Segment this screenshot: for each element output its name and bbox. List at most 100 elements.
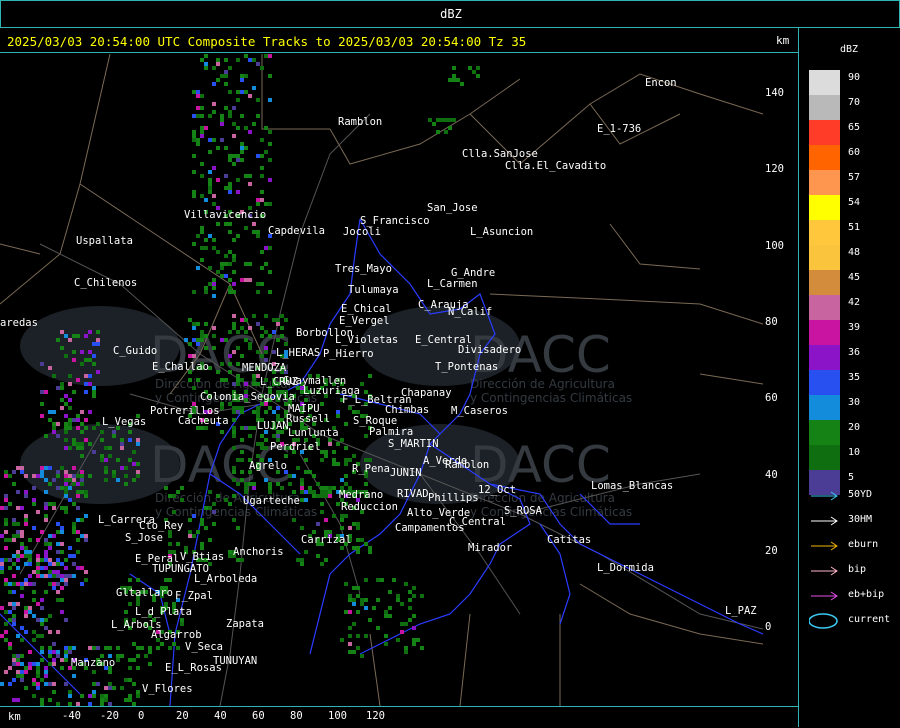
echo-cell xyxy=(268,246,272,250)
echo-cell xyxy=(352,622,356,626)
place-label: L_Arboleda xyxy=(194,573,257,585)
echo-cell xyxy=(412,642,416,646)
echo-cell xyxy=(192,534,196,538)
echo-cell xyxy=(80,442,84,446)
echo-cell xyxy=(20,674,24,678)
echo-cell xyxy=(264,330,268,334)
echo-cell xyxy=(12,678,16,682)
echo-cell xyxy=(204,238,208,242)
echo-cell xyxy=(128,438,132,442)
echo-cell xyxy=(44,618,48,622)
echo-cell xyxy=(56,582,60,586)
place-label: Ugarteche xyxy=(243,495,300,507)
echo-cell xyxy=(72,390,76,394)
echo-cell xyxy=(204,346,208,350)
echo-cell xyxy=(20,654,24,658)
legend-title: dBZ xyxy=(839,44,859,55)
radar-map[interactable]: DACC DACC DACC DACC Dirección de Agricul… xyxy=(0,54,763,706)
echo-cell xyxy=(64,618,68,622)
place-label: Lomas_Blancas xyxy=(591,480,673,492)
echo-cell xyxy=(228,222,232,226)
echo-cell xyxy=(44,490,48,494)
echo-cell xyxy=(224,58,228,62)
legend-swatch xyxy=(809,395,840,420)
echo-cell xyxy=(56,570,60,574)
place-label: L_Carmen xyxy=(427,278,478,290)
echo-cell xyxy=(44,390,48,394)
echo-cell xyxy=(64,682,68,686)
echo-cell xyxy=(136,694,140,698)
echo-cell xyxy=(72,530,76,534)
echo-cell xyxy=(32,474,36,478)
echo-cell xyxy=(92,386,96,390)
legend-track-current: current xyxy=(808,611,899,631)
echo-cell xyxy=(20,542,24,546)
echo-cell xyxy=(244,90,248,94)
echo-cell xyxy=(260,174,264,178)
echo-cell xyxy=(80,518,84,522)
echo-cell xyxy=(364,434,368,438)
place-label: L_HERAS xyxy=(276,347,320,359)
echo-cell xyxy=(200,58,204,62)
echo-cell xyxy=(184,338,188,342)
echo-cell xyxy=(8,590,12,594)
echo-cell xyxy=(104,686,108,690)
echo-cell xyxy=(52,430,56,434)
echo-cell xyxy=(24,554,28,558)
echo-cell xyxy=(44,478,48,482)
echo-cell xyxy=(192,338,196,342)
echo-cell xyxy=(216,370,220,374)
echo-cell xyxy=(52,502,56,506)
echo-cell xyxy=(236,378,240,382)
echo-cell xyxy=(332,450,336,454)
echo-cell xyxy=(200,114,204,118)
echo-cell xyxy=(20,554,24,558)
echo-cell xyxy=(52,374,56,378)
echo-cell xyxy=(404,650,408,654)
echo-cell xyxy=(248,434,252,438)
echo-cell xyxy=(100,438,104,442)
legend-track-label: current xyxy=(848,614,891,625)
echo-cell xyxy=(192,322,196,326)
echo-cell xyxy=(244,338,248,342)
echo-cell xyxy=(128,666,132,670)
echo-cell xyxy=(232,162,236,166)
echo-cell xyxy=(76,550,80,554)
y-tick-label: 20 xyxy=(765,544,778,557)
echo-cell xyxy=(232,446,236,450)
echo-cell xyxy=(12,606,16,610)
echo-cell xyxy=(264,262,268,266)
echo-cell xyxy=(88,694,92,698)
echo-cell xyxy=(328,494,332,498)
legend-level-label: 90 xyxy=(848,72,861,83)
echo-cell xyxy=(40,634,44,638)
echo-cell xyxy=(240,458,244,462)
y-tick-label: 100 xyxy=(765,239,784,252)
echo-cell xyxy=(80,566,84,570)
echo-cell xyxy=(84,358,88,362)
echo-cell xyxy=(48,630,52,634)
echo-cell xyxy=(60,658,64,662)
legend-level-label: 42 xyxy=(848,297,861,308)
echo-cell xyxy=(204,62,208,66)
echo-cell xyxy=(356,610,360,614)
echo-cell xyxy=(252,122,256,126)
echo-cell xyxy=(216,222,220,226)
echo-cell xyxy=(176,542,180,546)
echo-cell xyxy=(172,642,176,646)
echo-cell xyxy=(12,554,16,558)
echo-cell xyxy=(372,606,376,610)
echo-cell xyxy=(148,646,152,650)
echo-cell xyxy=(80,410,84,414)
echo-cell xyxy=(348,634,352,638)
legend-level-label: 60 xyxy=(848,147,861,158)
echo-cell xyxy=(72,334,76,338)
place-label: V_Btias xyxy=(180,551,224,563)
place-labels: Encon E_1-736 Ramblon Clla.SanJoseClla.El_C… xyxy=(0,77,757,695)
legend-swatch xyxy=(809,445,840,470)
echo-cell xyxy=(260,326,264,330)
place-label: E_Challao xyxy=(152,361,209,373)
echo-cell xyxy=(80,482,84,486)
echo-cell xyxy=(28,650,32,654)
x-tick-label: -20 xyxy=(100,710,119,722)
